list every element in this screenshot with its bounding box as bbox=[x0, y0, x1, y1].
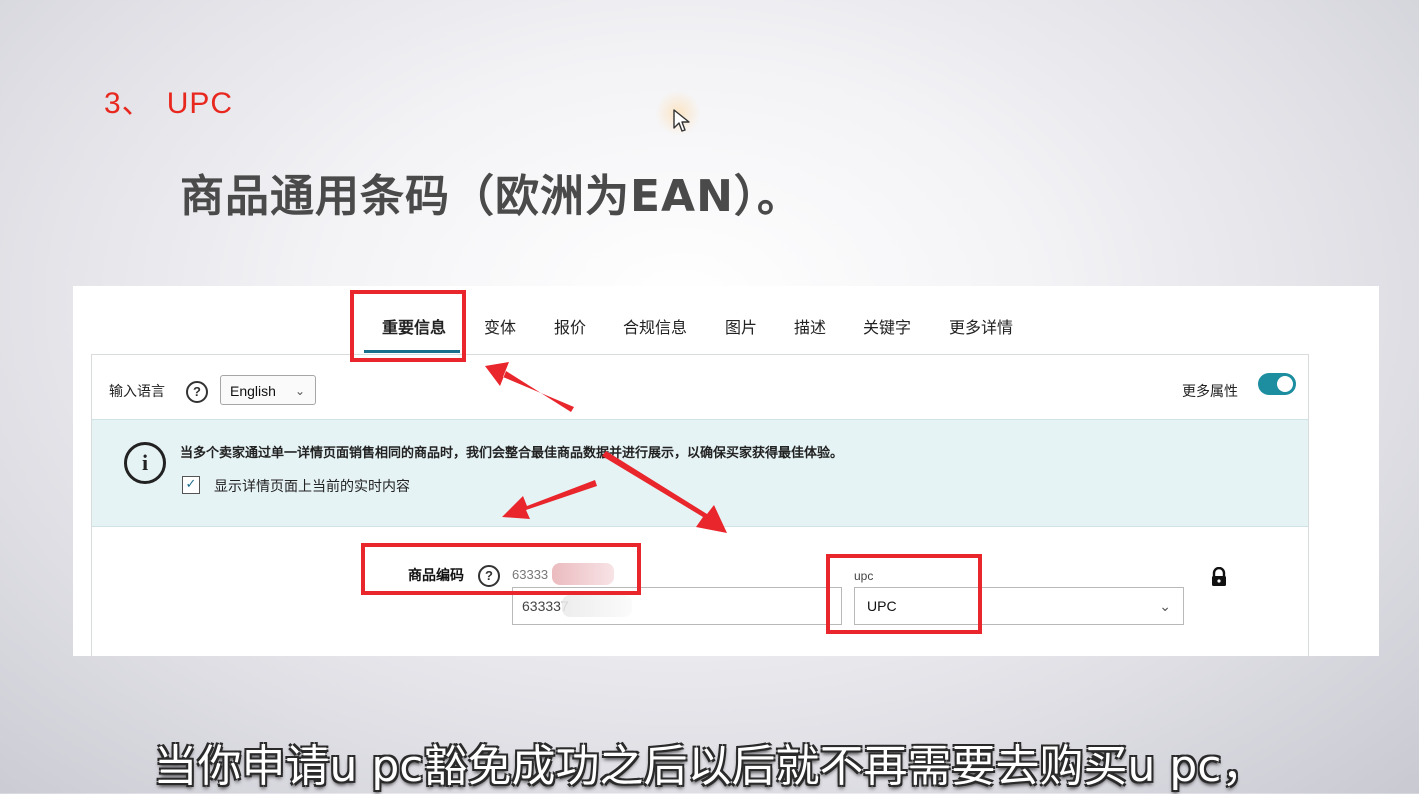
active-tab-indicator bbox=[364, 350, 460, 353]
video-caption: 当你申请u pc豁免成功之后以后就不再需要去购买u pc， bbox=[153, 741, 1266, 792]
chevron-down-icon: ⌄ bbox=[1159, 598, 1171, 614]
slide-subtitle: 商品通用条码（欧洲为EAN）。 bbox=[180, 171, 802, 222]
slide-heading-text: UPC bbox=[166, 87, 234, 120]
live-content-checkbox-label: 显示详情页面上当前的实时内容 bbox=[214, 479, 410, 495]
slide-number: 3、 bbox=[104, 87, 153, 120]
listing-form-screenshot: 重要信息 变体 报价 合规信息 图片 描述 关键字 更多详情 输入语言 ? En… bbox=[73, 286, 1379, 656]
tab-images[interactable]: 图片 bbox=[725, 314, 757, 338]
product-code-label: 商品编码 bbox=[408, 568, 464, 584]
tab-bar: 重要信息 变体 报价 合规信息 图片 描述 关键字 更多详情 bbox=[73, 286, 1379, 354]
code-type-label: upc bbox=[854, 569, 874, 583]
tab-variations[interactable]: 变体 bbox=[484, 314, 516, 338]
language-help-icon[interactable]: ? bbox=[186, 381, 208, 403]
more-attributes-toggle[interactable] bbox=[1258, 373, 1296, 395]
redacted-code-blur bbox=[562, 595, 632, 617]
tab-compliance[interactable]: 合规信息 bbox=[623, 314, 687, 338]
slide-heading: 3、 UPC bbox=[104, 78, 233, 122]
product-code-help-icon[interactable]: ? bbox=[478, 565, 500, 587]
code-type-selected-value: UPC bbox=[867, 598, 897, 614]
form-panel: 输入语言 ? English ⌄ 更多属性 i 当多个卖家通过单一详情页面销售相… bbox=[91, 354, 1309, 656]
tab-key-info[interactable]: 重要信息 bbox=[382, 314, 446, 338]
tab-keywords[interactable]: 关键字 bbox=[863, 314, 911, 338]
live-content-checkbox[interactable]: ✓ bbox=[182, 476, 200, 494]
tab-description[interactable]: 描述 bbox=[794, 314, 826, 338]
language-label: 输入语言 bbox=[109, 384, 165, 400]
chevron-down-icon: ⌄ bbox=[294, 384, 305, 398]
redacted-hint-blur bbox=[552, 563, 614, 585]
mouse-cursor-icon bbox=[673, 109, 690, 132]
language-selected-value: English bbox=[230, 383, 276, 399]
more-attributes-label: 更多属性 bbox=[1182, 384, 1238, 400]
notice-text: 当多个卖家通过单一详情页面销售相同的商品时，我们会整合最佳商品数据并进行展示，以… bbox=[180, 446, 844, 461]
tab-more-details[interactable]: 更多详情 bbox=[949, 314, 1013, 338]
toggle-knob bbox=[1277, 376, 1293, 392]
notice-box: i 当多个卖家通过单一详情页面销售相同的商品时，我们会整合最佳商品数据并进行展示… bbox=[92, 419, 1308, 527]
code-type-select[interactable]: UPC ⌄ bbox=[854, 587, 1184, 625]
tab-offer[interactable]: 报价 bbox=[554, 314, 586, 338]
product-code-hint: 63333 bbox=[512, 567, 549, 582]
info-icon: i bbox=[124, 442, 166, 484]
language-select[interactable]: English ⌄ bbox=[220, 375, 316, 405]
lock-icon bbox=[1212, 567, 1226, 586]
